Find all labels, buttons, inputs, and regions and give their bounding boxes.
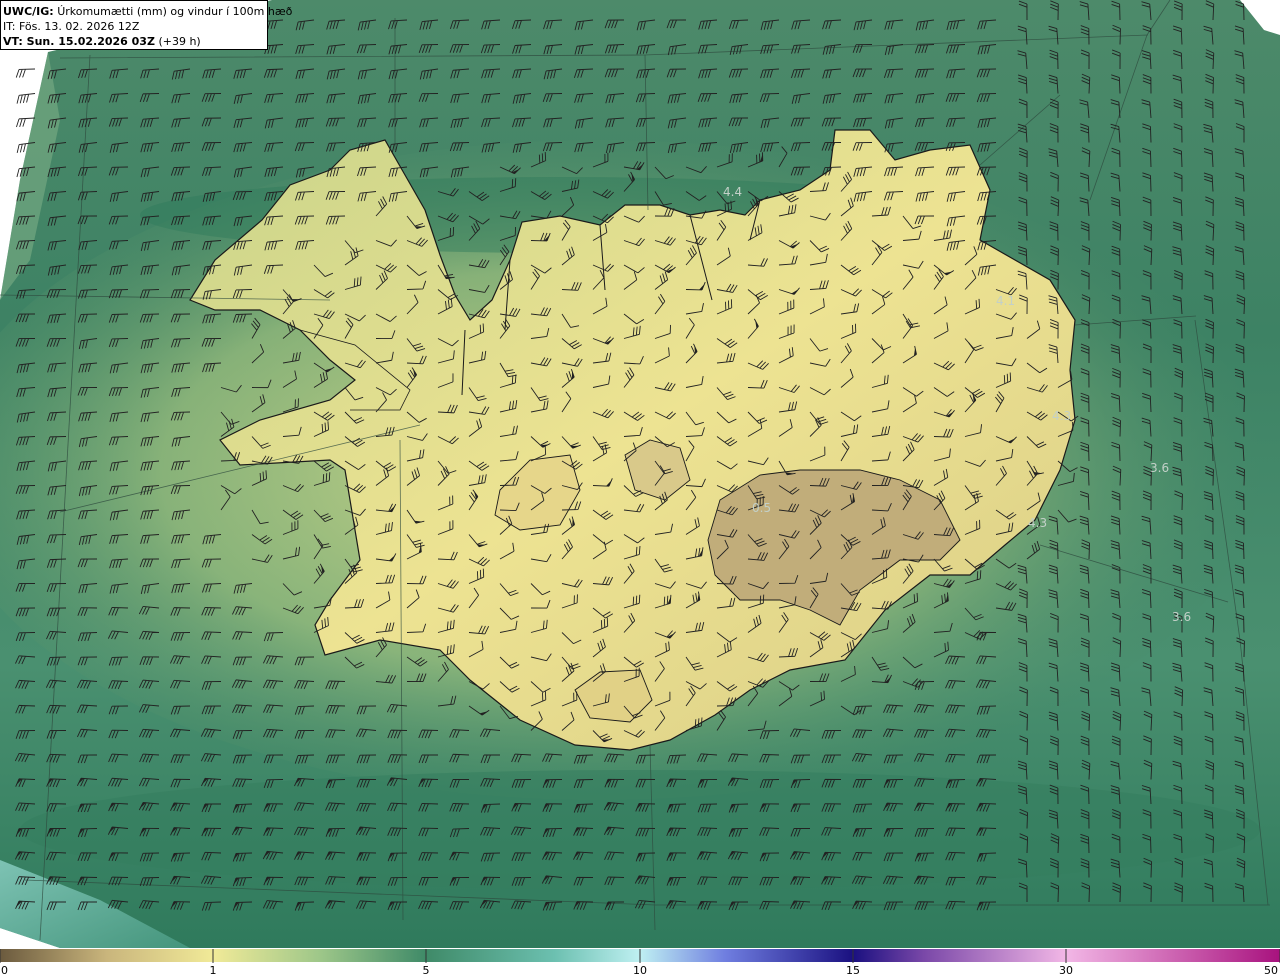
valid-time-line: VT: Sun. 15.02.2026 03Z (+39 h) [3, 34, 267, 49]
colorbar-tick-label: 30 [1059, 964, 1073, 977]
wind-barb [16, 93, 36, 104]
wind-barb [15, 68, 36, 78]
map-viewer: 4.4 4.1 4.3 3.6 4.3 3.6 0.5 0 1 5 10 15 30 50 … [0, 0, 1280, 978]
field-value-label: 3.6 [1172, 610, 1191, 624]
field-value-label: 4.1 [996, 294, 1015, 308]
field-value-label: 0.5 [752, 501, 771, 515]
field-value-label: 4.4 [723, 185, 742, 199]
title-line: UWC/IG: Úrkomumætti (mm) og vindur í 100… [3, 4, 292, 19]
field-value-label: 3.6 [1150, 461, 1169, 475]
issue-time: IT: Fös. 13. 02. 2026 12Z [3, 20, 140, 33]
colorbar-tick-label: 15 [846, 964, 860, 977]
map-title: Úrkomumætti (mm) og vindur í 100m hæð [57, 5, 293, 18]
colorbar-tick-label: 1 [210, 964, 217, 977]
field-value-label: 4.3 [1028, 516, 1047, 530]
colorbar-tick-label: 5 [423, 964, 430, 977]
field-value-label: 4.3 [1052, 409, 1071, 423]
colorbar-tick-label: 10 [633, 964, 647, 977]
map-title-box: UWC/IG: Úrkomumætti (mm) og vindur í 100… [0, 0, 292, 50]
lead-time: (+39 h) [158, 35, 201, 48]
valid-time: VT: Sun. 15.02.2026 03Z [3, 35, 155, 48]
colorbar-tick-label: 0 [1, 964, 8, 977]
model-label: UWC/IG: [3, 5, 54, 18]
colorbar: 0 1 5 10 15 30 50 [0, 948, 1280, 978]
colorbar-tick-label: 50 [1264, 964, 1278, 977]
map-canvas[interactable]: 4.4 4.1 4.3 3.6 4.3 3.6 0.5 0 1 5 10 15 30 50 [0, 0, 1280, 978]
